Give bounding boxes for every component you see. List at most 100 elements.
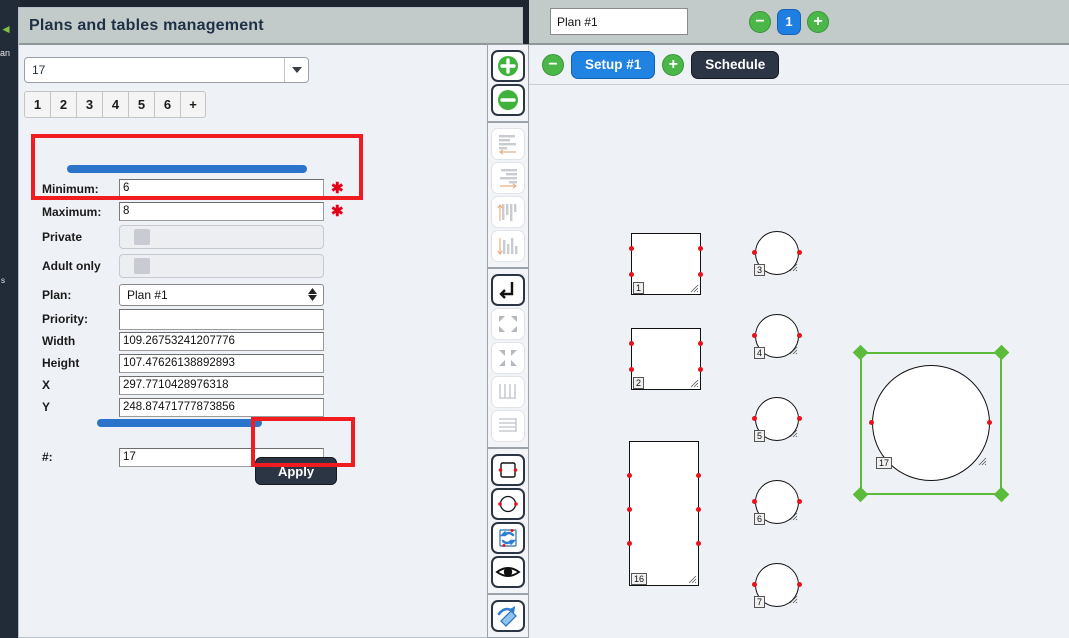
table-17[interactable]: 17 xyxy=(852,344,1010,503)
minus-circle-icon-setup[interactable]: − xyxy=(542,53,564,76)
resize-grip-icon[interactable] xyxy=(789,429,798,438)
distribute-vertical-icon[interactable] xyxy=(491,376,525,408)
plan-select[interactable]: Plan #1 xyxy=(119,283,324,306)
field-row-number: #: 17 xyxy=(24,446,454,468)
distribute-horizontal-icon[interactable] xyxy=(491,410,525,442)
field-row-minimum: Minimum: 6 ✱ xyxy=(24,177,454,200)
align-left-icon[interactable] xyxy=(491,128,525,160)
add-round-table-icon[interactable] xyxy=(491,488,525,520)
required-marker-maximum: ✱ xyxy=(331,203,344,220)
table-number-label: 16 xyxy=(631,573,648,585)
resize-grip-icon[interactable] xyxy=(789,595,798,604)
y-input[interactable]: 248.87471777873856 xyxy=(119,397,324,417)
number-button-3[interactable]: 3 xyxy=(76,91,102,118)
plus-circle-icon-plan[interactable]: + xyxy=(807,10,829,33)
maximum-input[interactable]: 8 xyxy=(119,202,324,221)
seat-marker xyxy=(797,250,802,255)
minimum-input[interactable]: 6 xyxy=(119,179,324,198)
slider-track-top[interactable] xyxy=(67,165,307,173)
add-rectangle-table-icon[interactable] xyxy=(491,454,525,486)
resize-grip-icon[interactable] xyxy=(690,284,699,293)
field-label-number: #: xyxy=(42,450,53,464)
app-root: an s ◄ Plans and tables management 17 1 … xyxy=(0,0,1069,638)
number-button-5[interactable]: 5 xyxy=(128,91,154,118)
field-label-minimum: Minimum: xyxy=(42,181,99,196)
table-3[interactable]: 3 xyxy=(752,231,802,276)
plan-toolbar: Plan #1 − 1 + xyxy=(529,0,1069,45)
dialog-body: 17 1 2 3 4 5 6 + Minimum: 6 ✱ Maximum: 8… xyxy=(19,45,522,637)
table-4[interactable]: 4 xyxy=(752,314,802,359)
private-toggle[interactable] xyxy=(119,225,324,249)
number-button-6[interactable]: 6 xyxy=(154,91,180,118)
background-accent-mark: ◄ xyxy=(0,22,12,36)
field-label-plan: Plan: xyxy=(42,287,72,302)
number-button-add[interactable]: + xyxy=(180,91,206,118)
minus-circle-icon-plan[interactable]: − xyxy=(749,10,771,33)
adult-only-toggle[interactable] xyxy=(119,254,324,278)
zoom-out-icon[interactable] xyxy=(491,84,525,116)
resize-grip-icon[interactable] xyxy=(789,263,798,272)
private-toggle-knob xyxy=(134,229,150,245)
height-input[interactable]: 107.47626138892893 xyxy=(119,353,324,373)
seat-marker xyxy=(752,582,757,587)
number-button-2[interactable]: 2 xyxy=(50,91,76,118)
plus-circle-icon-setup[interactable]: + xyxy=(662,53,685,76)
editor-toolbar xyxy=(487,44,529,638)
table-selector-row: 17 xyxy=(19,57,522,83)
align-bottom-icon[interactable] xyxy=(491,230,525,262)
table-selector-combo[interactable]: 17 xyxy=(24,57,309,83)
floor-plan-canvas[interactable]: 1 2 16 3 4 5 6 7 17 xyxy=(529,88,1069,638)
toolbar-group-edit xyxy=(488,595,528,637)
field-row-private: Private xyxy=(24,223,454,251)
table-number-label: 7 xyxy=(754,596,766,608)
table-1[interactable]: 1 xyxy=(629,233,703,295)
field-row-height: Height 107.47626138892893 xyxy=(24,352,454,374)
align-top-icon[interactable] xyxy=(491,196,525,228)
table-7[interactable]: 7 xyxy=(752,563,802,608)
priority-input[interactable] xyxy=(119,308,324,330)
collapse-arrows-icon[interactable] xyxy=(491,342,525,374)
resize-grip-icon[interactable] xyxy=(688,575,697,584)
field-label-priority: Priority: xyxy=(42,312,89,326)
setup-toolbar: − Setup #1 + Schedule xyxy=(529,45,1069,85)
seat-marker xyxy=(696,507,701,512)
table-6[interactable]: 6 xyxy=(752,480,802,525)
toolbar-group-arrange xyxy=(488,269,528,449)
snap-corner-icon[interactable] xyxy=(491,274,525,306)
field-row-plan: Plan: Plan #1 xyxy=(24,281,454,308)
tab-setup-1[interactable]: Setup #1 xyxy=(571,50,656,79)
chevron-down-icon[interactable] xyxy=(284,58,308,82)
zoom-in-icon[interactable] xyxy=(491,50,525,82)
background-page xyxy=(0,0,20,638)
rotate-table-icon[interactable] xyxy=(491,522,525,554)
apply-button[interactable]: Apply xyxy=(255,457,337,485)
resize-grip-icon[interactable] xyxy=(789,512,798,521)
field-label-x: X xyxy=(42,378,51,392)
expand-arrows-icon[interactable] xyxy=(491,308,525,340)
dialog-header: Plans and tables management xyxy=(19,8,522,45)
seat-marker xyxy=(696,473,701,478)
table-2[interactable]: 2 xyxy=(629,328,703,390)
table-5[interactable]: 5 xyxy=(752,397,802,442)
seat-marker xyxy=(696,541,701,546)
resize-grip-icon[interactable] xyxy=(789,346,798,355)
background-text-fragment-2: s xyxy=(1,276,5,285)
table-16[interactable]: 16 xyxy=(627,441,701,586)
stepper-arrows-icon[interactable] xyxy=(308,287,317,301)
width-input[interactable]: 109.26753241207776 xyxy=(119,331,324,351)
edit-pencil-icon[interactable] xyxy=(491,600,525,632)
number-button-1[interactable]: 1 xyxy=(24,91,50,118)
plan-index-badge[interactable]: 1 xyxy=(777,8,801,35)
field-row-width: Width 109.26753241207776 xyxy=(24,330,454,352)
preview-eye-icon[interactable] xyxy=(491,556,525,588)
toolbar-group-align xyxy=(488,123,528,269)
tab-schedule[interactable]: Schedule xyxy=(691,50,780,79)
align-right-icon[interactable] xyxy=(491,162,525,194)
number-button-4[interactable]: 4 xyxy=(102,91,128,118)
plan-name-input[interactable]: Plan #1 xyxy=(550,8,688,35)
seat-marker xyxy=(629,272,634,277)
x-input[interactable]: 297.7710428976318 xyxy=(119,375,324,395)
resize-grip-icon[interactable] xyxy=(978,457,987,466)
resize-grip-icon[interactable] xyxy=(690,379,699,388)
adult-only-toggle-knob xyxy=(134,258,150,274)
